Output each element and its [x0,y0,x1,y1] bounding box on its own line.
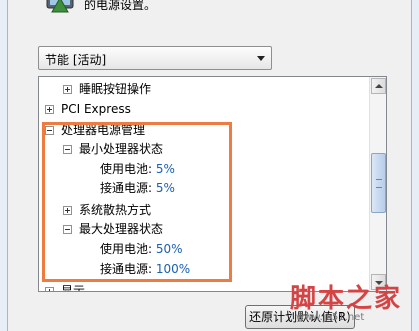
tree-item-label: 处理器电源管理 [61,123,146,137]
advanced-settings-tree[interactable]: 睡眠按钮操作 PCI Express 处理器电源管理 最小处理器状态 使用电池:… [38,76,387,292]
collapse-icon[interactable] [45,126,54,135]
watermark-logo: 脚本之家 [290,284,403,314]
tree-item-display[interactable]: 显示 [45,281,86,292]
power-plan-select-value: 节能 [活动] [45,53,107,67]
expand-icon[interactable] [45,105,54,114]
tree-item-label: 最大处理器状态 [79,222,164,236]
setting-min-on-battery[interactable]: 使用电池: 5% [100,159,175,179]
chevron-down-icon [257,56,265,61]
tree-item-pci-express[interactable]: PCI Express [45,99,131,119]
collapse-icon[interactable] [63,145,72,154]
expand-icon[interactable] [63,206,72,215]
setting-value[interactable]: 5% [156,162,175,176]
setting-label: 接通电源: [100,181,153,195]
tree-item-label: 睡眠按钮操作 [79,82,152,96]
setting-label: 使用电池: [100,162,153,176]
setting-label: 接通电源: [100,262,153,276]
expand-icon[interactable] [63,85,72,94]
setting-label: 使用电池: [100,242,153,256]
tree-item-label: 显示 [61,284,86,292]
tree-item-max-processor-state[interactable]: 最大处理器状态 [63,219,163,239]
tree-item-system-cooling-policy[interactable]: 系统散热方式 [63,200,151,220]
window-left-border [0,0,8,331]
tree-item-label: 系统散热方式 [79,203,152,217]
scroll-up-button[interactable] [371,78,386,94]
arrow-up-icon [375,84,383,88]
setting-max-plugged-in[interactable]: 接通电源: 100% [100,259,190,279]
window-right-border [411,0,419,331]
header-description: 的电源设置。 [84,0,157,12]
setting-min-plugged-in[interactable]: 接通电源: 5% [100,178,175,198]
setting-max-on-battery[interactable]: 使用电池: 50% [100,239,183,259]
power-plan-icon [44,0,76,16]
tree-item-min-processor-state[interactable]: 最小处理器状态 [63,139,163,159]
power-plan-select[interactable]: 节能 [活动] [38,46,272,70]
setting-value[interactable]: 100% [156,262,190,276]
tree-item-sleep-buttons[interactable]: 睡眠按钮操作 [63,79,151,99]
tree-item-processor-power[interactable]: 处理器电源管理 [45,120,145,140]
watermark-url: www.jb51.net [296,312,365,323]
tree-item-label: 最小处理器状态 [79,142,164,156]
expand-icon[interactable] [45,287,54,291]
tree-item-label: PCI Express [61,102,131,116]
setting-value[interactable]: 50% [156,242,183,256]
setting-value[interactable]: 5% [156,181,175,195]
collapse-icon[interactable] [63,225,72,234]
vertical-scrollbar[interactable] [369,77,386,291]
scroll-thumb[interactable] [371,153,386,213]
